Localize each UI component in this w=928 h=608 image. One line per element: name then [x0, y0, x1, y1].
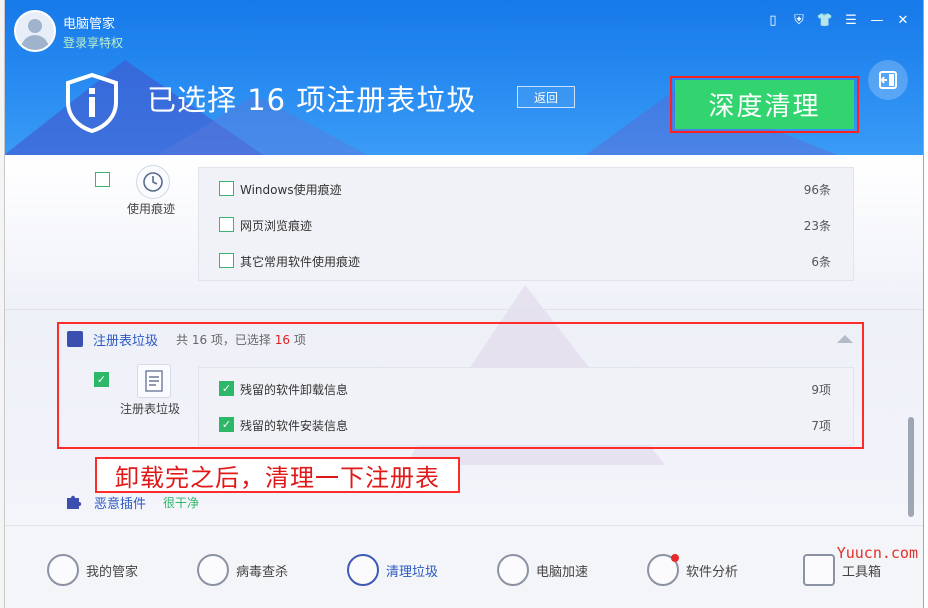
plugins-status: 很干净: [163, 496, 200, 510]
list-item[interactable]: ✓ 残留的软件卸载信息 9项: [199, 370, 853, 406]
user-icon: [47, 554, 79, 586]
list-item[interactable]: Windows使用痕迹 96条: [199, 170, 853, 206]
login-privilege-link[interactable]: 登录享特权: [63, 34, 123, 51]
puzzle-icon: [67, 495, 82, 509]
item-label: 残留的软件安装信息: [240, 419, 349, 433]
registry-items-panel: ✓ 残留的软件卸载信息 9项 ✓ 残留的软件安装信息 7项: [198, 367, 854, 446]
nav-clean-junk[interactable]: 清理垃圾: [347, 553, 438, 587]
registry-icon: [67, 331, 83, 347]
nav-label: 我的管家: [86, 564, 139, 580]
bottom-navigation: 我的管家 病毒查杀 清理垃圾 电脑加速 软件分析 工具箱 Yuucn.com: [5, 525, 923, 608]
item-checkbox[interactable]: [219, 253, 234, 268]
watermark: Yuucn.com: [836, 544, 918, 562]
item-checkbox[interactable]: [219, 181, 234, 196]
item-count: 6条: [811, 255, 831, 269]
exit-icon[interactable]: [868, 60, 908, 100]
nav-label: 清理垃圾: [386, 564, 439, 580]
back-button[interactable]: 返回: [517, 86, 575, 108]
virus-scan-icon: [197, 554, 229, 586]
usage-section-checkbox[interactable]: [95, 172, 110, 187]
rocket-icon: [497, 554, 529, 586]
app-title: 电脑管家: [63, 17, 116, 32]
item-checkbox[interactable]: ✓: [219, 381, 234, 396]
nav-label: 工具箱: [842, 564, 882, 580]
toolbox-icon: [803, 554, 835, 586]
item-count: 9项: [811, 383, 831, 397]
nav-label: 病毒查杀: [236, 564, 289, 580]
avatar[interactable]: [14, 10, 56, 52]
registry-section-title[interactable]: 注册表垃圾: [93, 330, 158, 349]
scrollbar[interactable]: [908, 417, 914, 517]
usage-items-panel: Windows使用痕迹 96条 网页浏览痕迹 23条 其它常用软件使用痕迹 6条: [198, 167, 854, 281]
clock-icon: [136, 165, 170, 199]
item-count: 7项: [811, 419, 831, 433]
list-item[interactable]: 其它常用软件使用痕迹 6条: [199, 242, 853, 278]
registry-summary: 共 16 项，已选择 16 项: [176, 333, 306, 347]
close-icon[interactable]: ✕: [890, 10, 916, 30]
item-label: Windows使用痕迹: [240, 183, 342, 197]
section-divider: [5, 309, 923, 310]
item-label: 网页浏览痕迹: [240, 219, 313, 233]
registry-category-label: 注册表垃圾: [120, 402, 181, 416]
item-count: 23条: [803, 219, 831, 233]
item-count: 96条: [803, 183, 831, 197]
titlebar-controls: ▯ ⛨ 👕 ☰ — ✕: [760, 10, 916, 30]
menu-icon[interactable]: ☰: [838, 10, 864, 30]
page-title: 已选择 16 项注册表垃圾: [147, 83, 477, 117]
item-label: 残留的软件卸载信息: [240, 383, 349, 397]
document-icon: [137, 364, 171, 398]
item-checkbox[interactable]: ✓: [219, 417, 234, 432]
shield-icon: [66, 72, 118, 134]
nav-my-manager[interactable]: 我的管家: [47, 553, 138, 587]
plugins-section-title[interactable]: 恶意插件: [94, 493, 146, 512]
notification-dot: [671, 554, 679, 562]
analysis-icon: [647, 554, 679, 586]
scan-results-list: 使用痕迹 Windows使用痕迹 96条 网页浏览痕迹 23条 其它常用软件使用…: [5, 155, 923, 525]
item-checkbox[interactable]: [219, 217, 234, 232]
nav-virus-scan[interactable]: 病毒查杀: [197, 553, 288, 587]
skin-icon[interactable]: 👕: [812, 10, 838, 30]
usage-category-label: 使用痕迹: [127, 202, 176, 216]
nav-label: 电脑加速: [536, 564, 589, 580]
registry-section-checkbox[interactable]: ✓: [94, 372, 109, 387]
nav-software-analysis[interactable]: 软件分析: [647, 553, 738, 587]
list-item[interactable]: 网页浏览痕迹 23条: [199, 206, 853, 242]
phone-icon[interactable]: ▯: [760, 10, 786, 30]
collapse-icon[interactable]: [837, 335, 853, 343]
pc-manager-window: 电脑管家 登录享特权 ▯ ⛨ 👕 ☰ — ✕ 已选择 16 项注册表垃圾 返回 …: [5, 0, 924, 608]
nav-speed-up[interactable]: 电脑加速: [497, 553, 588, 587]
nav-label: 软件分析: [686, 564, 739, 580]
header-banner: 电脑管家 登录享特权 ▯ ⛨ 👕 ☰ — ✕ 已选择 16 项注册表垃圾 返回 …: [5, 0, 923, 155]
annotation-callout: 卸载完之后，清理一下注册表: [95, 457, 460, 493]
list-item[interactable]: ✓ 残留的软件安装信息 7项: [199, 406, 853, 442]
deep-clean-button[interactable]: 深度清理: [675, 80, 854, 129]
broom-icon: [347, 554, 379, 586]
shield-lock-icon[interactable]: ⛨: [786, 10, 812, 30]
minimize-icon[interactable]: —: [864, 10, 890, 30]
item-label: 其它常用软件使用痕迹: [240, 255, 361, 269]
